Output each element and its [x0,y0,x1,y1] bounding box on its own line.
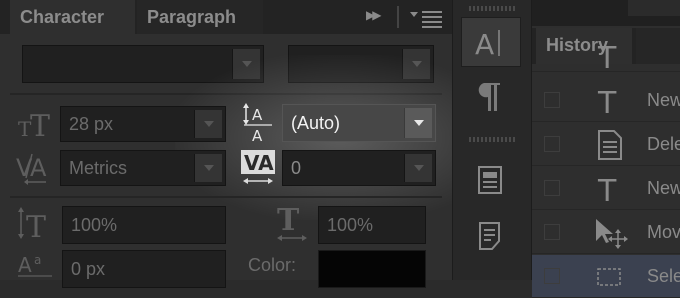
font-family-dropdown[interactable] [22,45,264,83]
horizontal-scale-value: 100% [327,214,374,235]
history-item-selected[interactable]: Sele [532,255,680,298]
horizontal-scale-icon: T [277,204,307,241]
baseline-shift-icon: A a [18,253,52,277]
leading-value: (Auto) [291,112,341,133]
panel-header-block [628,0,680,16]
document-icon [598,130,622,160]
history-item[interactable]: T New [532,79,680,122]
font-size-value: 28 px [69,113,114,134]
character-panel-button[interactable]: A [461,17,521,67]
font-size-dropdown-button[interactable] [194,110,222,138]
color-label: Color: [248,255,297,275]
type-icon: T [597,86,617,117]
notes-panel-button[interactable] [461,212,521,262]
tracking-dropdown-button[interactable] [404,154,432,182]
snapshot-checkbox[interactable] [544,136,560,152]
vertical-scale-value: 100% [71,214,118,235]
snapshot-checkbox[interactable] [544,92,560,108]
history-item[interactable]: Mov [532,211,680,254]
chevron-down-icon [413,120,424,126]
svg-text:T: T [597,86,617,117]
paragraph-panel-button[interactable] [461,72,521,122]
kerning-dropdown-button[interactable] [194,154,222,182]
leading-dropdown-button[interactable] [404,108,432,138]
document-icon [478,166,502,194]
panel-menu-icon[interactable] [410,9,444,29]
tracking-value: 0 [291,157,302,178]
vertical-scale-icon: T [18,207,46,242]
svg-text:VA: VA [244,151,274,175]
history-item-label: Dele [647,134,680,154]
snapshot-checkbox[interactable] [544,224,560,240]
type-icon: T [597,174,617,205]
character-panel-icon: A [475,28,500,60]
font-size-icon: T T [18,109,50,140]
svg-text:T: T [26,210,46,242]
document-panel-button[interactable] [461,156,521,206]
svg-text:T: T [597,174,617,205]
svg-text:T: T [277,204,300,238]
tracking-icon: VA [241,150,275,184]
color-swatch[interactable] [318,250,426,288]
leading-icon: A A [243,103,272,144]
paragraph-icon [478,83,500,111]
baseline-shift-value: 0 px [71,258,106,279]
svg-text:a: a [34,253,41,267]
dock-grip[interactable] [469,6,515,11]
horizontal-scale-field[interactable]: 100% [318,206,426,244]
history-item[interactable]: T New [532,167,680,210]
font-size-dropdown[interactable]: 28 px [60,106,226,142]
history-item[interactable]: Dele [532,123,680,166]
font-style-dropdown[interactable] [288,45,434,83]
tab-character[interactable]: Character [10,0,135,34]
tab-paragraph[interactable]: Paragraph [137,0,263,34]
font-family-dropdown-button[interactable] [232,49,260,79]
snapshot-checkbox[interactable] [544,180,560,196]
svg-text:T: T [597,41,617,70]
kerning-dropdown[interactable]: Metrics [60,150,226,186]
select-icon [597,268,621,286]
svg-text:A: A [30,154,47,182]
collapse-panel-icon[interactable]: ▶▶ [366,8,382,22]
kerning-value: Metrics [69,157,127,178]
chevron-down-icon [241,61,252,67]
history-item-label: New [647,90,680,110]
chevron-down-icon [413,165,424,171]
panel-dock-strip: A [452,0,532,280]
section-divider [10,93,442,95]
svg-text:A: A [18,253,32,277]
snapshot-checkbox[interactable] [544,268,560,284]
font-style-dropdown-button[interactable] [402,49,430,79]
section-divider [10,196,442,198]
type-icon: T [597,41,617,70]
svg-text:A: A [475,28,494,60]
menu-separator [397,6,399,28]
vertical-scale-field[interactable]: 100% [62,206,226,244]
kerning-icon: V A [16,153,47,185]
svg-text:A: A [252,127,263,144]
move-icon [596,219,628,249]
chevron-down-icon [203,121,214,127]
history-item-label: Mov [647,222,680,242]
dock-grip[interactable] [469,137,515,142]
leading-dropdown[interactable]: (Auto) [282,104,436,142]
tracking-dropdown[interactable]: 0 [282,150,436,186]
chevron-down-icon [411,61,422,67]
list-item[interactable]: T [532,41,680,72]
tab-secondary[interactable] [636,28,680,64]
notes-icon [479,222,500,250]
history-item-label: New [647,178,680,198]
baseline-shift-field[interactable]: 0 px [62,250,226,288]
chevron-down-icon [203,165,214,171]
history-item-label: Sele [647,266,680,286]
svg-text:A: A [252,106,263,124]
svg-text:T: T [30,109,50,140]
